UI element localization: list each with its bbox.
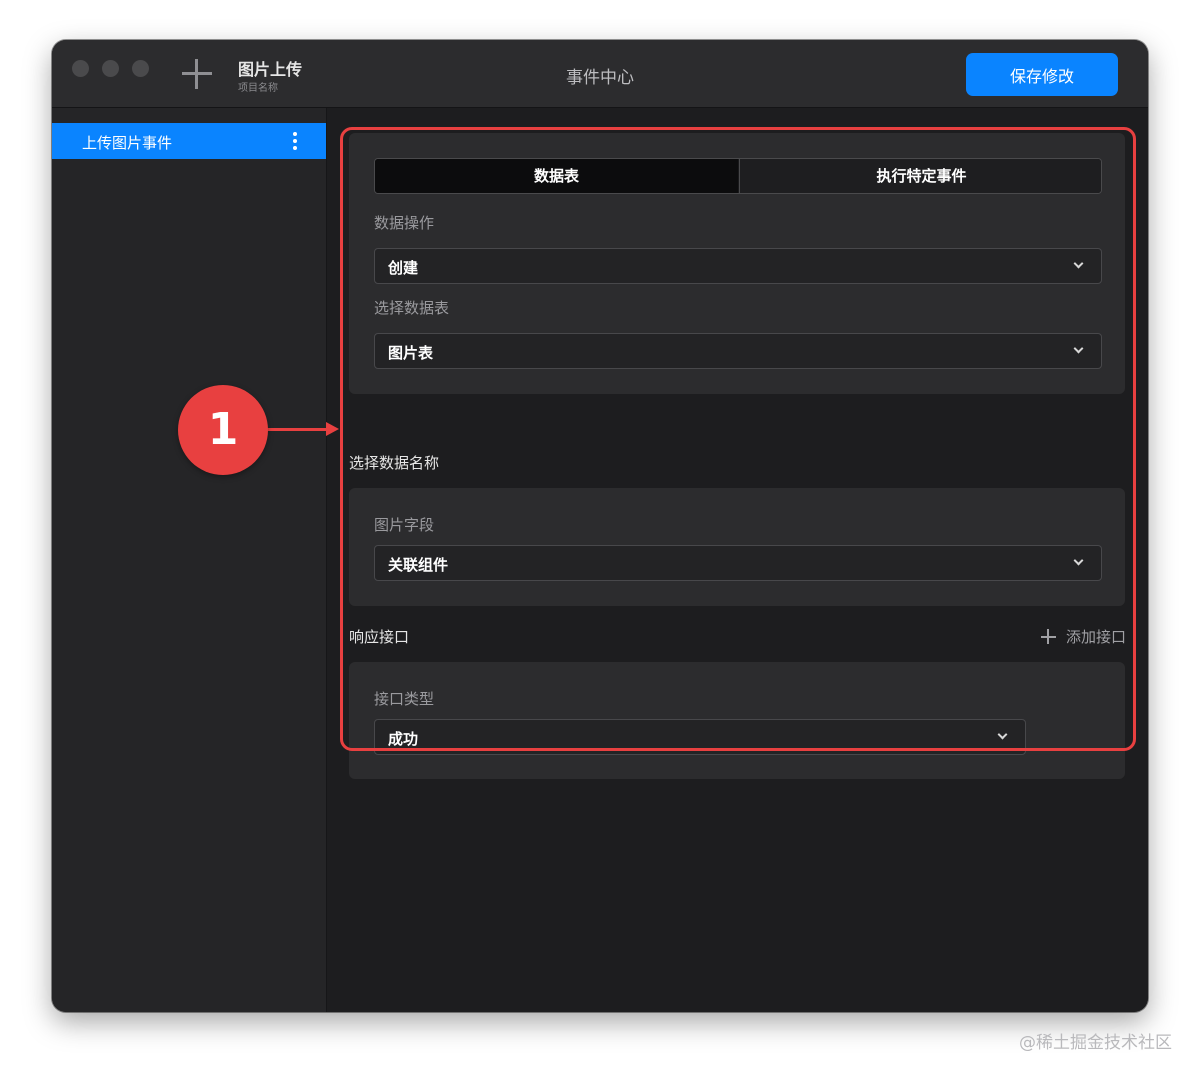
api-type-label: 接口类型 [374, 690, 435, 708]
select-data-name-heading: 选择数据名称 [349, 454, 440, 472]
plus-icon [1040, 629, 1056, 644]
chevron-down-icon [997, 729, 1008, 740]
image-field-panel: 图片字段 关联组件 [349, 488, 1125, 606]
api-type-select[interactable]: 成功 [374, 719, 1026, 755]
tab-execute-event[interactable]: 执行特定事件 [739, 159, 1101, 193]
chevron-down-icon [1073, 258, 1084, 269]
image-field-value: 关联组件 [388, 556, 449, 574]
sidebar-item-upload-image-event[interactable]: 上传图片事件 [52, 123, 326, 159]
callout-arrow [266, 428, 328, 431]
response-api-heading: 响应接口 [349, 628, 410, 646]
data-table-label: 选择数据表 [374, 299, 450, 317]
save-button[interactable]: 保存修改 [966, 53, 1118, 96]
data-table-value: 图片表 [388, 344, 434, 362]
callout-badge: 1 [178, 385, 268, 475]
app-window: 图片上传 项目名称 事件中心 保存修改 上传图片事件 数据表 执行特定事件 数据… [52, 40, 1148, 1012]
image-field-select[interactable]: 关联组件 [374, 545, 1102, 581]
arrow-head-icon [326, 422, 339, 436]
image-field-label: 图片字段 [374, 516, 435, 534]
data-operation-select[interactable]: 创建 [374, 248, 1102, 284]
watermark: @稀土掘金技术社区 [1019, 1033, 1172, 1053]
api-type-value: 成功 [388, 730, 419, 748]
tab-data-table[interactable]: 数据表 [375, 159, 738, 193]
api-type-panel: 接口类型 成功 [349, 662, 1125, 779]
title-bar: 图片上传 项目名称 事件中心 保存修改 [52, 40, 1148, 108]
sidebar-item-label: 上传图片事件 [82, 134, 173, 152]
add-api-label: 添加接口 [1065, 628, 1126, 646]
tab-bar: 数据表 执行特定事件 [374, 158, 1102, 194]
data-operation-label: 数据操作 [374, 214, 435, 232]
main-content: 数据表 执行特定事件 数据操作 创建 选择数据表 图片表 选择数据名称 图片字段… [327, 108, 1148, 1012]
data-table-select[interactable]: 图片表 [374, 333, 1102, 369]
chevron-down-icon [1073, 555, 1084, 566]
data-table-panel: 数据表 执行特定事件 数据操作 创建 选择数据表 图片表 [349, 133, 1125, 394]
add-api-button[interactable]: 添加接口 [1040, 626, 1126, 647]
sidebar: 上传图片事件 [52, 108, 327, 1012]
chevron-down-icon [1073, 343, 1084, 354]
more-vertical-icon[interactable] [292, 132, 298, 150]
data-operation-value: 创建 [388, 259, 419, 277]
